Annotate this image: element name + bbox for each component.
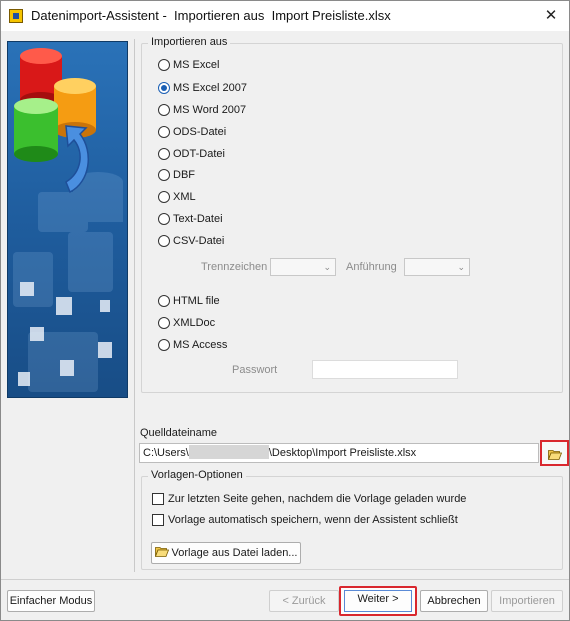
radio-odt-file[interactable]: ODT-Datei <box>158 146 225 162</box>
redacted-username <box>188 445 269 459</box>
radio-text-file[interactable]: Text-Datei <box>158 211 223 227</box>
next-button[interactable]: Weiter > <box>339 586 417 616</box>
import-button[interactable]: Importieren <box>491 590 563 612</box>
password-field[interactable] <box>312 360 458 379</box>
radio-ms-access[interactable]: MS Access <box>158 337 227 353</box>
wizard-side-image <box>7 41 128 398</box>
separator-combo[interactable]: ⌄ <box>270 258 336 276</box>
checkbox-box <box>152 514 164 526</box>
cancel-button[interactable]: Abbrechen <box>420 590 488 612</box>
quote-combo[interactable]: ⌄ <box>404 258 470 276</box>
radio-dbf[interactable]: DBF <box>158 167 195 183</box>
password-label: Passwort <box>232 364 278 376</box>
autosave-template-checkbox[interactable]: Vorlage automatisch speichern, wenn der … <box>152 512 458 528</box>
radio-xml[interactable]: XML <box>158 189 196 205</box>
radio-circle-checked <box>158 82 170 94</box>
radio-circle <box>158 169 170 181</box>
load-template-button[interactable]: Vorlage aus Datei laden... <box>151 542 301 564</box>
radio-html-file[interactable]: HTML file <box>158 293 220 309</box>
radio-circle <box>158 126 170 138</box>
radio-ms-excel[interactable]: MS Excel <box>158 57 219 73</box>
source-file-path-input[interactable]: C:\Users\ \Desktop\Import Preisliste.xlsx <box>139 443 539 463</box>
radio-ms-excel-2007[interactable]: MS Excel 2007 <box>158 80 247 96</box>
simple-mode-button[interactable]: Einfacher Modus <box>7 590 95 612</box>
close-button[interactable]: ✕ <box>541 6 561 26</box>
radio-circle <box>158 235 170 247</box>
radio-circle <box>158 213 170 225</box>
import-wizard-window: Datenimport-Assistent - Importieren aus … <box>0 0 570 621</box>
radio-circle <box>158 339 170 351</box>
footer-separator <box>1 579 569 580</box>
browse-file-button[interactable] <box>540 440 569 466</box>
import-from-legend: Importieren aus <box>148 36 231 48</box>
window-title: Datenimport-Assistent - Importieren aus … <box>31 8 391 23</box>
radio-circle <box>158 191 170 203</box>
radio-ods-file[interactable]: ODS-Datei <box>158 124 226 140</box>
radio-circle <box>158 59 170 71</box>
goto-last-page-checkbox[interactable]: Zur letzten Seite gehen, nachdem die Vor… <box>152 491 466 507</box>
radio-circle <box>158 148 170 160</box>
title-bar: Datenimport-Assistent - Importieren aus … <box>1 1 569 31</box>
radio-xmldoc[interactable]: XMLDoc <box>158 315 215 331</box>
radio-circle <box>158 104 170 116</box>
next-button-label: Weiter > <box>344 590 412 612</box>
radio-ms-word-2007[interactable]: MS Word 2007 <box>158 102 246 118</box>
checkbox-box <box>152 493 164 505</box>
radio-circle <box>158 317 170 329</box>
folder-open-icon <box>154 547 169 557</box>
radio-circle <box>158 295 170 307</box>
chevron-down-icon: ⌄ <box>323 262 331 272</box>
path-suffix: \Desktop\Import Preisliste.xlsx <box>268 447 417 459</box>
folder-open-icon <box>548 450 562 460</box>
chevron-down-icon: ⌄ <box>457 262 465 272</box>
template-options-legend: Vorlagen-Optionen <box>148 469 246 481</box>
panel-divider <box>134 39 135 572</box>
separator-label: Trennzeichen <box>201 261 268 273</box>
quote-label: Anführung <box>346 261 397 273</box>
load-template-label: Vorlage aus Datei laden... <box>171 547 298 559</box>
source-file-label: Quelldateiname <box>140 427 218 439</box>
radio-csv-file[interactable]: CSV-Datei <box>158 233 224 249</box>
path-prefix: C:\Users\ <box>143 447 189 459</box>
app-icon <box>9 9 23 23</box>
back-button[interactable]: < Zurück <box>269 590 339 612</box>
